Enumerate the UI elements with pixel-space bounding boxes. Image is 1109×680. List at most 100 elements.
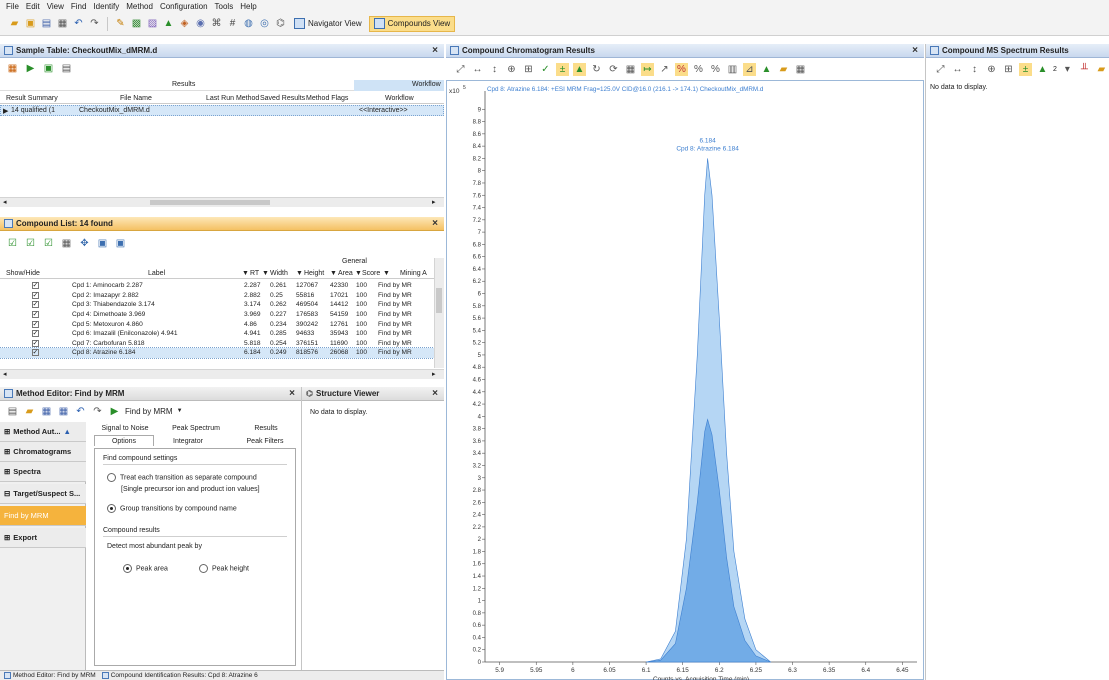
col-method-flags[interactable]: Method Flags bbox=[306, 95, 348, 102]
percent-icon[interactable]: % bbox=[692, 63, 705, 76]
compound-row[interactable]: ✓ Cpd 7: Carbofuran 5.818 5.818 0.254 376151… bbox=[0, 339, 434, 349]
overlay-icon[interactable]: ± bbox=[1019, 62, 1032, 76]
peak-icon[interactable]: ▲ bbox=[1036, 63, 1049, 76]
col-workflow[interactable]: Workflow bbox=[385, 95, 414, 102]
menu-identify[interactable]: Identify bbox=[93, 2, 119, 11]
process-icon[interactable]: ▣ bbox=[42, 62, 55, 75]
bar-icon[interactable]: ╨ bbox=[1078, 63, 1091, 76]
export-icon[interactable]: ▣ bbox=[96, 237, 109, 250]
close-icon[interactable]: × bbox=[432, 218, 438, 229]
mining-icon[interactable]: # bbox=[226, 17, 239, 30]
col-rt[interactable]: RT bbox=[250, 270, 259, 277]
scroll-right-icon[interactable]: ▸ bbox=[432, 198, 436, 206]
fit-icon[interactable]: ⊞ bbox=[522, 63, 535, 76]
print-icon[interactable]: ▦ bbox=[794, 63, 807, 76]
open-icon[interactable]: ▰ bbox=[8, 17, 21, 30]
width-filter-icon[interactable]: ▼ bbox=[262, 270, 269, 277]
compounds-view-button[interactable]: Compounds View bbox=[368, 15, 456, 32]
autoscale-xy-icon[interactable]: ⤢ bbox=[934, 63, 947, 76]
compound-row[interactable]: ✓ Cpd 8: Atrazine 6.184 6.184 0.249 818576 26… bbox=[0, 347, 435, 359]
check-selected-icon[interactable]: ☑ bbox=[24, 237, 37, 250]
tab-integrator[interactable]: Integrator bbox=[158, 436, 218, 447]
spectrum-icon[interactable]: ▥ bbox=[726, 63, 739, 76]
redo-icon[interactable]: ↷ bbox=[88, 17, 101, 30]
close-icon[interactable]: × bbox=[432, 45, 438, 56]
import-icon[interactable]: ▣ bbox=[114, 237, 127, 250]
tab-peak-spectrum[interactable]: Peak Spectrum bbox=[166, 423, 226, 434]
menu-help[interactable]: Help bbox=[240, 2, 256, 11]
chromatogram-icon[interactable]: ▲ bbox=[162, 17, 175, 30]
col-area[interactable]: Area bbox=[338, 270, 353, 277]
run-icon[interactable]: ▶ bbox=[24, 62, 37, 75]
integrate-icon[interactable]: ✓ bbox=[539, 63, 552, 76]
compound-list-vscroll[interactable] bbox=[434, 258, 444, 368]
radio-selected[interactable] bbox=[107, 504, 116, 513]
score-filter-icon[interactable]: ▼ bbox=[355, 270, 362, 277]
compound-icon[interactable]: ◉ bbox=[194, 17, 207, 30]
method-dropdown[interactable]: Find by MRM bbox=[125, 407, 173, 416]
refresh-icon[interactable]: ↻ bbox=[590, 63, 603, 76]
folder-icon[interactable]: ▣ bbox=[24, 17, 37, 30]
navigator-view-button[interactable]: Navigator View bbox=[290, 16, 366, 32]
option-group-by-name[interactable]: Group transitions by compound name bbox=[107, 504, 237, 513]
redo-icon[interactable]: ↷ bbox=[91, 405, 104, 418]
compound-row[interactable]: ✓ Cpd 5: Metoxuron 4.860 4.86 0.234 390242 12… bbox=[0, 319, 434, 329]
autoscale-y-icon[interactable]: ↕ bbox=[968, 63, 981, 76]
radio-selected[interactable] bbox=[123, 564, 132, 573]
new-method-icon[interactable]: ▤ bbox=[6, 405, 19, 418]
open-method-icon[interactable]: ▰ bbox=[23, 405, 36, 418]
menu-tools[interactable]: Tools bbox=[215, 2, 234, 11]
close-icon[interactable]: × bbox=[432, 388, 438, 399]
copy-icon[interactable]: ▰ bbox=[1095, 63, 1108, 76]
nav-method-automation[interactable]: ⊞ Method Aut... ▲ bbox=[0, 422, 86, 442]
compound-row[interactable]: ✓ Cpd 3: Thiabendazole 3.174 3.174 0.262 469… bbox=[0, 300, 434, 310]
option-peak-area[interactable]: Peak area bbox=[123, 564, 168, 573]
compound-row[interactable]: ✓ Cpd 6: Imazalil (Enilconazole) 4.941 4.9… bbox=[0, 329, 434, 339]
line-icon[interactable]: ↗ bbox=[658, 63, 671, 76]
percent-overlay-icon[interactable]: % bbox=[709, 63, 722, 76]
bottom-tab-identification[interactable]: Compound Identification Results: Cpd 8: … bbox=[101, 672, 258, 679]
find-compounds-icon[interactable]: ▩ bbox=[130, 17, 143, 30]
nav-find-by-mrm[interactable]: Find by MRM bbox=[0, 506, 86, 526]
formula-icon[interactable]: ◎ bbox=[258, 17, 271, 30]
autoscale-y-icon[interactable]: ↕ bbox=[488, 63, 501, 76]
score-filter-icon-2[interactable]: ▼ bbox=[383, 270, 390, 277]
method-icon[interactable]: ✎ bbox=[114, 17, 127, 30]
highlight-icon[interactable]: ⊿ bbox=[743, 62, 756, 76]
col-last-run-method[interactable]: Last Run Method bbox=[206, 95, 259, 102]
undo-icon[interactable]: ↶ bbox=[74, 405, 87, 418]
radio-unselected[interactable] bbox=[107, 473, 116, 482]
rotate-icon[interactable]: ⟳ bbox=[607, 63, 620, 76]
autoscale-x-icon[interactable]: ↔ bbox=[951, 63, 964, 76]
col-height[interactable]: Height bbox=[304, 270, 324, 277]
tab-results[interactable]: Results bbox=[244, 423, 288, 434]
identify-icon[interactable]: ▨ bbox=[146, 17, 159, 30]
menu-file[interactable]: File bbox=[6, 2, 19, 11]
menu-method[interactable]: Method bbox=[126, 2, 153, 11]
peaks-icon[interactable]: ⌘ bbox=[210, 17, 223, 30]
tab-options[interactable]: Options bbox=[94, 435, 154, 446]
compound-structure-icon[interactable]: ✥ bbox=[78, 237, 91, 250]
col-mining[interactable]: Mining A bbox=[400, 270, 427, 277]
sample-table-hscroll[interactable]: ◂ ▸ bbox=[0, 197, 444, 207]
show-checkbox[interactable]: ✓ bbox=[31, 349, 39, 357]
print-icon[interactable]: ▦ bbox=[56, 17, 69, 30]
scroll-right-icon[interactable]: ▸ bbox=[432, 370, 436, 378]
show-checkbox[interactable]: ✓ bbox=[31, 301, 39, 309]
copy-icon[interactable]: ▰ bbox=[777, 63, 790, 76]
scroll-left-icon[interactable]: ◂ bbox=[3, 198, 7, 206]
grid-icon[interactable]: ▦ bbox=[624, 63, 637, 76]
chevron-down-icon[interactable]: ▾ bbox=[1061, 63, 1074, 76]
autoscale-x-icon[interactable]: ↔ bbox=[471, 63, 484, 76]
zoom-icon[interactable]: ⊕ bbox=[985, 63, 998, 76]
rt-filter-icon[interactable]: ▼ bbox=[242, 270, 249, 277]
compound-row[interactable]: ✓ Cpd 4: Dimethoate 3.969 3.969 0.227 176583… bbox=[0, 310, 434, 320]
tab-signal-to-noise[interactable]: Signal to Noise bbox=[96, 423, 154, 434]
close-icon[interactable]: × bbox=[912, 45, 918, 56]
scroll-thumb[interactable] bbox=[150, 200, 270, 205]
show-checkbox[interactable]: ✓ bbox=[31, 339, 39, 347]
col-width[interactable]: Width bbox=[270, 270, 288, 277]
col-show-hide[interactable]: Show/Hide bbox=[6, 270, 40, 277]
chevron-down-icon[interactable]: ▼ bbox=[177, 408, 183, 414]
col-result-summary[interactable]: Result Summary bbox=[6, 95, 58, 102]
